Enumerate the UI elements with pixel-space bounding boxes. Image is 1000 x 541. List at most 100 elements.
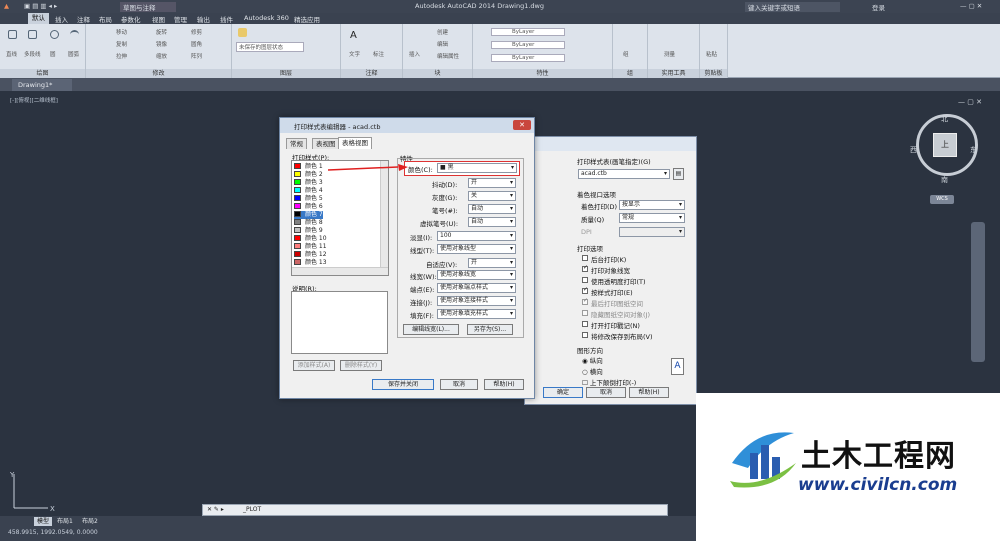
compass-east[interactable]: 东 (970, 145, 977, 155)
tab-view[interactable]: 视图 (152, 14, 165, 24)
edit-stylesheet-button[interactable]: ▤ (673, 168, 684, 180)
lineweight-dropdown[interactable]: ByLayer (491, 41, 566, 49)
joinstyle-select[interactable]: 使用对象连接样式 (437, 296, 516, 306)
trim-tool[interactable]: 修剪 (191, 28, 202, 36)
arc-icon[interactable] (70, 30, 79, 39)
move-tool[interactable]: 移动 (116, 28, 127, 36)
tab-manage[interactable]: 管理 (174, 14, 187, 24)
list-scrollbar[interactable] (380, 161, 388, 267)
navigation-bar[interactable] (971, 222, 985, 362)
editor-help-button[interactable]: 帮助(H) (484, 379, 524, 390)
color-select[interactable]: ■ 黑 (437, 163, 517, 173)
layout-tab-layout1[interactable]: 布局1 (57, 517, 73, 526)
plot-cancel-button[interactable]: 取消 (586, 387, 626, 398)
tab-autodesk360[interactable]: Autodesk 360 (244, 14, 289, 22)
editor-titlebar[interactable]: 打印样式表编辑器 - acad.ctb ✕ (280, 118, 534, 133)
edit-attribute-tool[interactable]: 编辑属性 (437, 52, 459, 60)
login-link[interactable]: 登录 (872, 2, 885, 12)
paste-tool[interactable]: 粘贴 (706, 50, 717, 58)
window-controls[interactable]: — ▢ ✕ (960, 2, 982, 10)
delete-style-button[interactable]: 删除样式(Y) (340, 360, 382, 371)
quality-select[interactable]: 常规 (619, 213, 685, 223)
lineweight-select[interactable]: 使用对象线宽 (437, 270, 516, 280)
style-row[interactable]: 颜色 3 (294, 179, 323, 187)
option-plot-stamp[interactable] (582, 321, 588, 327)
virtual-pen-spinner[interactable]: 自动 (468, 217, 516, 227)
dimension-tool[interactable]: 标注 (373, 50, 384, 58)
copy-tool[interactable]: 复制 (116, 40, 127, 48)
text-icon[interactable]: A (350, 30, 359, 41)
command-line[interactable]: ✕ ✎ ▸ _PLOT (202, 504, 668, 516)
search-input[interactable]: 键入关键字或短语 (745, 2, 840, 12)
edit-block-tool[interactable]: 编辑 (437, 40, 448, 48)
style-row[interactable]: 颜色 9 (294, 227, 323, 235)
description-textarea[interactable] (291, 291, 388, 354)
group-label-layers[interactable]: 图层 (232, 69, 340, 78)
insert-block-tool[interactable]: 插入 (409, 50, 420, 58)
plot-help-button[interactable]: 帮助(H) (629, 387, 669, 398)
line-icon[interactable] (8, 30, 17, 39)
plot-dialog-titlebar[interactable] (525, 137, 696, 151)
scale-tool[interactable]: 缩放 (156, 52, 167, 60)
style-row[interactable]: 颜色 12 (294, 251, 327, 259)
dither-select[interactable]: 开 (468, 178, 516, 188)
compass-north[interactable]: 北 (941, 114, 948, 124)
linetype-dropdown[interactable]: ByLayer (491, 54, 566, 62)
option-hide-paperspace[interactable] (582, 310, 588, 316)
array-tool[interactable]: 阵列 (191, 52, 202, 60)
quick-access-icons[interactable]: ▣ ▤ ▥ ◂ ▸ (24, 2, 57, 10)
color-dropdown[interactable]: ByLayer (491, 28, 566, 36)
tab-insert[interactable]: 插入 (55, 14, 68, 24)
style-row[interactable]: 颜色 11 (294, 243, 327, 251)
circle-icon[interactable] (50, 30, 59, 39)
adaptive-select[interactable]: 开 (468, 258, 516, 268)
tab-annotate[interactable]: 注释 (77, 14, 90, 24)
arc-tool[interactable]: 圆弧 (68, 50, 79, 58)
orientation-landscape[interactable]: ○ 横向 (582, 366, 603, 376)
option-plot-transparency[interactable] (582, 277, 588, 283)
style-row[interactable]: 颜色 7 (294, 211, 323, 219)
rotate-tool[interactable]: 旋转 (156, 28, 167, 36)
layout-tab-layout2[interactable]: 布局2 (82, 517, 98, 526)
tab-table-view[interactable]: 表视图 (312, 138, 340, 149)
layout-tab-model[interactable]: 模型 (34, 517, 53, 526)
compass-west[interactable]: 西 (910, 145, 917, 155)
group-label-annotation[interactable]: 注释 (341, 69, 402, 78)
polyline-icon[interactable] (28, 30, 37, 39)
polyline-tool[interactable]: 多段线 (24, 50, 41, 58)
circle-tool[interactable]: 圆 (50, 50, 56, 58)
tab-general[interactable]: 常规 (286, 138, 307, 149)
workspace-switcher[interactable]: 草图与注释 (120, 2, 176, 12)
layer-state-dropdown[interactable]: 未保存的图层状态 (236, 42, 305, 52)
viewcube-top-face[interactable]: 上 (933, 133, 957, 157)
editor-cancel-button[interactable]: 取消 (440, 379, 478, 390)
tab-plugins[interactable]: 插件 (220, 14, 233, 24)
text-tool[interactable]: 文字 (349, 50, 360, 58)
style-row[interactable]: 颜色 1 (294, 163, 323, 171)
fillet-tool[interactable]: 圆角 (191, 40, 202, 48)
style-row[interactable]: 颜色 6 (294, 203, 323, 211)
viewport-window-controls[interactable]: — ▢ ✕ (958, 98, 982, 106)
edit-lineweights-button[interactable]: 编辑线宽(L)... (403, 324, 459, 335)
viewport-controls-label[interactable]: [-][俯视][二维线框] (10, 96, 58, 104)
list-hscrollbar[interactable] (292, 267, 388, 275)
option-plot-with-styles[interactable] (582, 286, 588, 294)
option-plot-lineweights[interactable] (582, 264, 588, 272)
grayscale-select[interactable]: 关 (468, 191, 516, 201)
plot-ok-button[interactable]: 确定 (543, 387, 583, 398)
orientation-portrait[interactable]: ◉ 纵向 (582, 355, 603, 365)
mirror-tool[interactable]: 镜像 (156, 40, 167, 48)
save-and-close-button[interactable]: 保存并关闭 (372, 379, 434, 390)
plot-styles-list[interactable]: 颜色 1 颜色 2 颜色 3 颜色 4 颜色 5 颜色 6 颜色 7 颜色 8 颜色 9 颜色 1… (291, 160, 389, 276)
shade-plot-select[interactable]: 按显示 (619, 200, 685, 210)
style-row[interactable]: 颜色 8 (294, 219, 323, 227)
group-label-block[interactable]: 块 (403, 69, 472, 78)
endstyle-select[interactable]: 使用对象端点样式 (437, 283, 516, 293)
group-label-group[interactable]: 组 (613, 69, 647, 78)
group-label-draw[interactable]: 绘图 (0, 69, 85, 78)
save-as-button[interactable]: 另存为(S)... (467, 324, 513, 335)
command-close-icon[interactable]: ✕ ✎ ▸ (207, 506, 224, 513)
tab-featured-apps[interactable]: 精选应用 (294, 14, 320, 24)
plot-stylesheet-select[interactable]: acad.ctb (578, 169, 670, 179)
tab-form-view[interactable]: 表格视图 (338, 137, 372, 149)
